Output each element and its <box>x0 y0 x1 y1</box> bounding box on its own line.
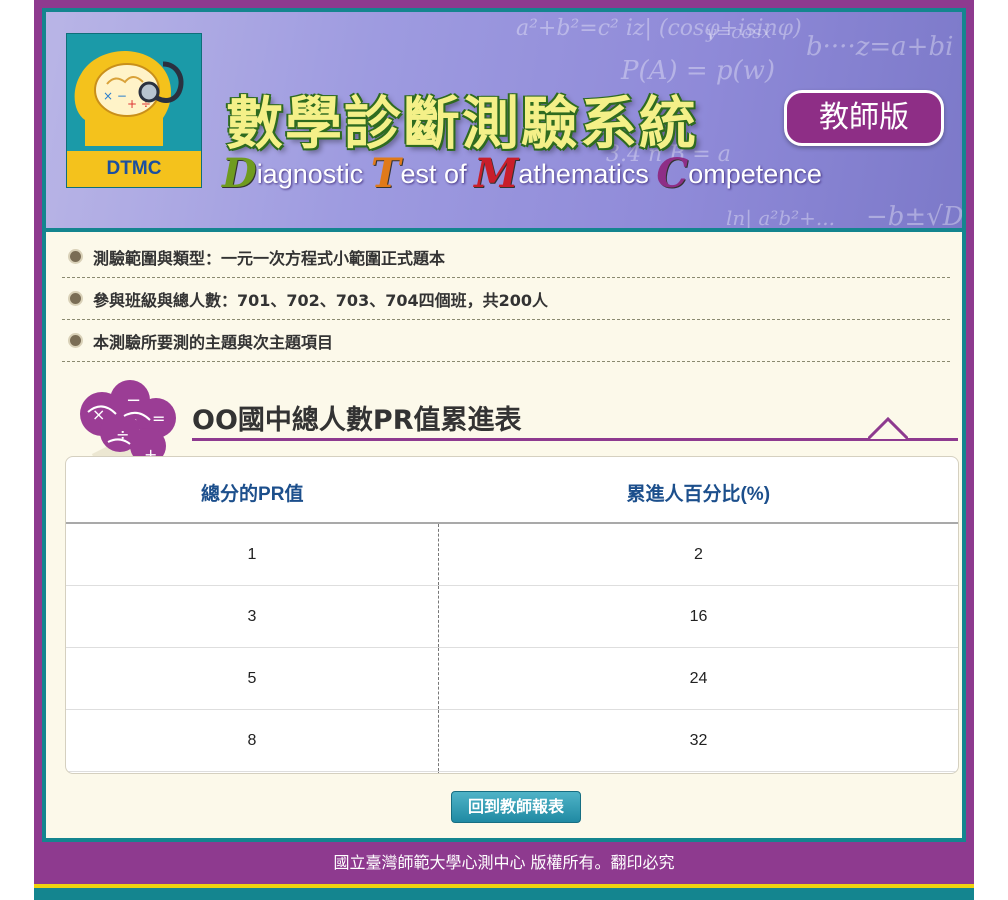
percent-cell: 16 <box>438 585 958 648</box>
pr-table: 總分的PR值 累進人百分比(%) 1 2 3 16 5 24 8 32 <box>66 457 959 774</box>
percent-cell: 2 <box>438 523 958 586</box>
cap-c: C <box>656 150 689 197</box>
system-title: 數學診斷測驗系統 <box>226 91 698 157</box>
pr-table-container: 總分的PR值 累進人百分比(%) 1 2 3 16 5 24 8 32 <box>65 456 959 774</box>
table-row-empty <box>66 771 959 774</box>
svg-text:× −: × − <box>103 89 127 103</box>
info-item-scope: 測驗範圍與類型：一元一次方程式小範圍正式題本 <box>62 236 950 278</box>
pr-cell: 5 <box>66 647 439 710</box>
cap-t: T <box>370 150 401 197</box>
section-title: OO國中總人數PR值累進表 <box>192 405 522 436</box>
subtitle-part-2: est of <box>400 159 475 189</box>
pr-cell: 1 <box>66 523 439 586</box>
pr-cell: 8 <box>66 709 439 772</box>
cap-m: M <box>474 150 519 197</box>
back-to-teacher-report-button[interactable]: 回到教師報表 <box>451 791 581 823</box>
section-peak-decoration <box>868 416 908 441</box>
empty-cell <box>439 772 959 774</box>
empty-cell <box>66 771 439 773</box>
info-text: 測驗範圍與類型：一元一次方程式小範圍正式題本 <box>93 248 446 268</box>
percent-cell: 32 <box>438 709 958 772</box>
section-underline <box>192 438 958 441</box>
dtmc-logo: × − + ÷ DTMC <box>66 33 202 188</box>
bullet-icon <box>68 333 83 348</box>
info-item-topics[interactable]: 本測驗所要測的主題與次主題項目 <box>62 320 950 362</box>
table-row: 3 16 <box>66 585 958 648</box>
teacher-edition-badge: 教師版 <box>784 90 944 146</box>
svg-text:×: × <box>92 405 105 424</box>
cap-d: D <box>222 150 257 197</box>
svg-text:−: − <box>126 390 141 411</box>
info-text: 參與班級與總人數：701、702、703、704四個班，共200人 <box>93 290 548 310</box>
svg-text:÷: ÷ <box>116 425 129 444</box>
svg-text:=: = <box>152 409 165 428</box>
bullet-icon <box>68 291 83 306</box>
table-row: 8 32 <box>66 709 958 772</box>
page-frame: a²+b²=c² iz| (cosφ+isinφ) y=cosx b····z=… <box>34 0 974 900</box>
info-text: 本測驗所要測的主題與次主題項目 <box>93 332 334 352</box>
brain-head-icon: × − + ÷ <box>74 50 184 146</box>
footer-copyright: 國立臺灣師範大學心測中心 版權所有。翻印必究 <box>333 853 675 872</box>
main-content: 測驗範圍與類型：一元一次方程式小範圍正式題本 參與班級與總人數：701、702、… <box>46 232 962 838</box>
logo-label: DTMC <box>67 151 201 187</box>
pr-cell: 3 <box>66 585 439 648</box>
inner-frame: a²+b²=c² iz| (cosφ+isinφ) y=cosx b····z=… <box>42 8 966 842</box>
table-row: 1 2 <box>66 523 958 586</box>
info-item-classes: 參與班級與總人數：701、702、703、704四個班，共200人 <box>62 278 950 320</box>
system-subtitle-en: Diagnostic Test of Mathematics Competenc… <box>222 150 822 197</box>
footer-stripe-teal <box>34 888 974 900</box>
column-header-pr: 總分的PR值 <box>66 457 439 524</box>
column-header-cumulative: 累進人百分比(%) <box>438 457 958 524</box>
table-row: 5 24 <box>66 647 958 710</box>
subtitle-part-3: athematics <box>518 159 657 189</box>
test-info-list: 測驗範圍與類型：一元一次方程式小範圍正式題本 參與班級與總人數：701、702、… <box>62 236 950 362</box>
bullet-icon <box>68 249 83 264</box>
subtitle-part-1: iagnostic <box>256 159 371 189</box>
header-banner: a²+b²=c² iz| (cosφ+isinφ) y=cosx b····z=… <box>46 12 962 228</box>
subtitle-part-4: ompetence <box>688 159 822 189</box>
percent-cell: 24 <box>438 647 958 710</box>
